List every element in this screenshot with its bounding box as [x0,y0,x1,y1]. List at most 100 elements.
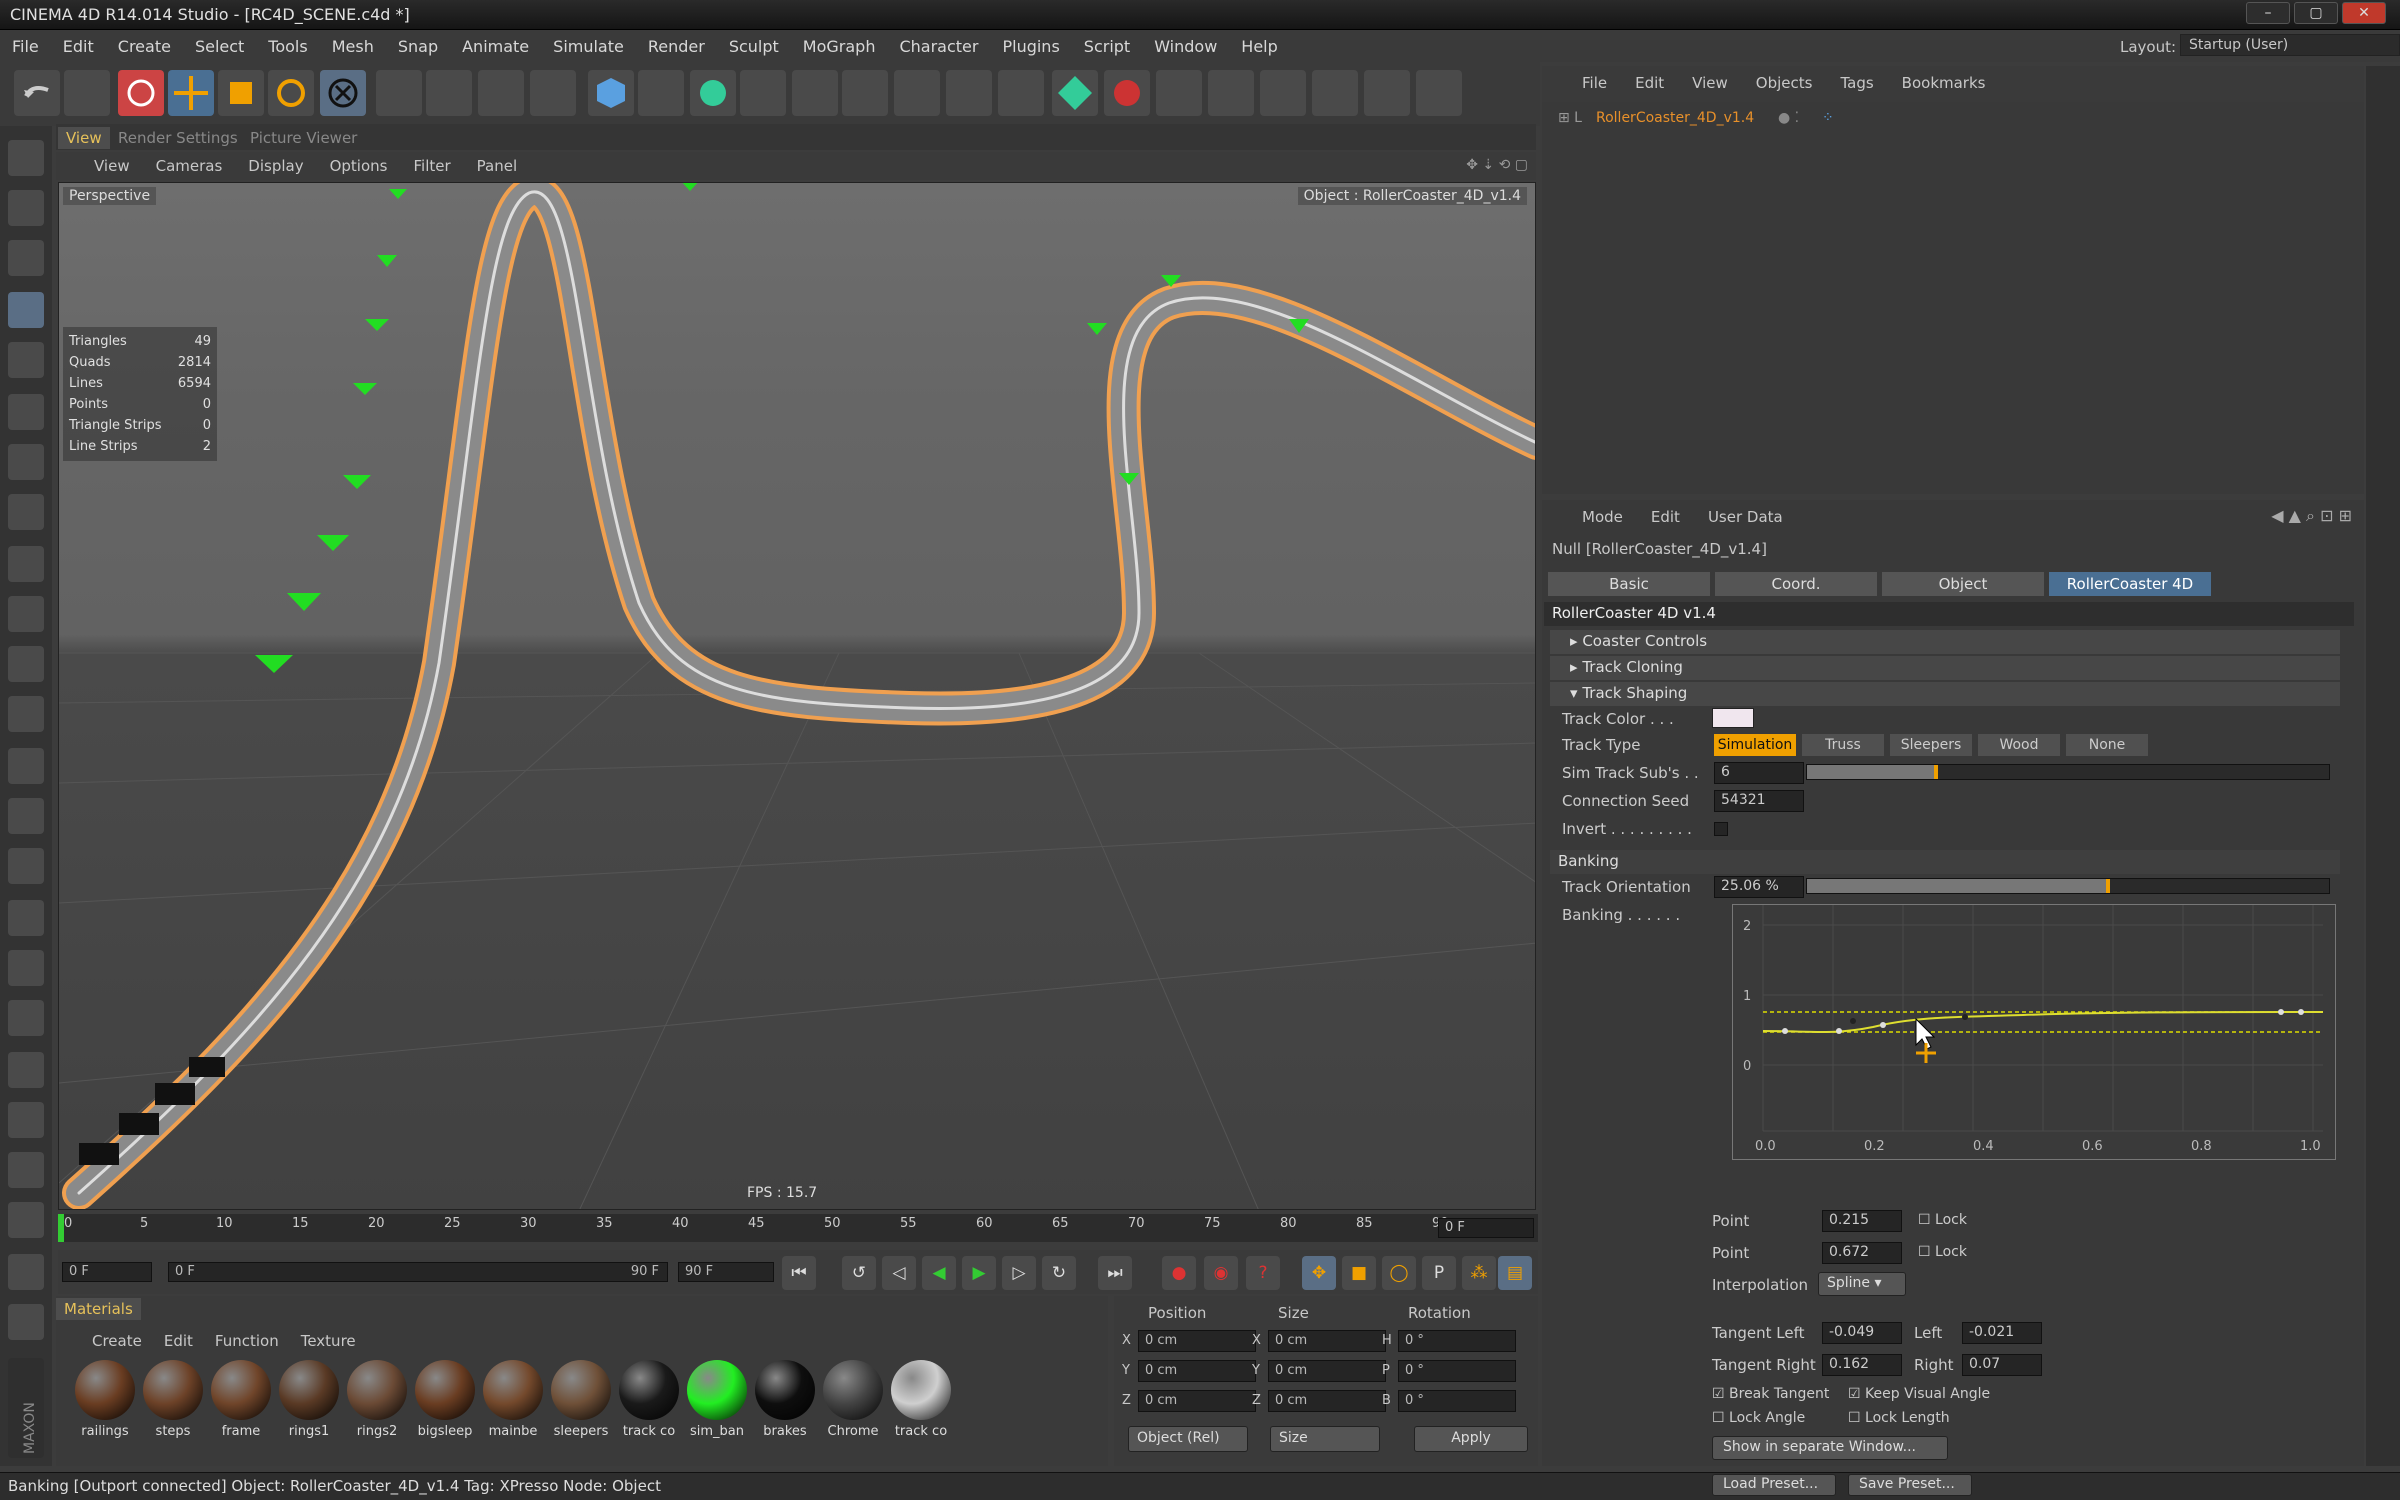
viewport[interactable]: Perspective Object : RollerCoaster_4D_v1… [58,182,1536,1210]
object-menu-item[interactable]: Bookmarks [1902,74,1986,102]
object-menu-item[interactable]: File [1582,74,1607,102]
tab-view[interactable]: View [58,127,110,149]
menu-item[interactable]: Character [899,37,978,56]
auto-key-icon[interactable]: ◉ [1204,1256,1238,1290]
camera-label[interactable]: Perspective [63,187,157,205]
object-name[interactable]: RollerCoaster_4D_v1.4 [1596,110,1754,126]
attribute-menu-item[interactable]: Mode [1582,508,1623,536]
rotate-icon[interactable] [268,70,314,116]
break-tangent-checkbox[interactable]: ☑ Break Tangent [1712,1386,1829,1402]
render-settings-icon[interactable] [530,70,576,116]
tab-picture-viewer[interactable]: Picture Viewer [242,127,365,149]
deformer-icon[interactable] [792,70,838,116]
menu-item[interactable]: Snap [398,37,438,56]
material-menu-item[interactable]: Function [215,1332,279,1350]
right-field[interactable]: 0.07 [1962,1354,2042,1376]
attribute-tab[interactable]: Basic [1548,572,1710,596]
play-icon[interactable]: ▶ [962,1256,996,1290]
menu-item[interactable]: File [12,37,39,56]
menu-item[interactable]: Help [1241,37,1277,56]
play-backwards-icon[interactable]: ◀ [922,1256,956,1290]
go-to-end-icon[interactable]: ⏭ [1098,1256,1132,1290]
viewport-menu-item[interactable]: Panel [477,157,517,175]
menu-item[interactable]: Script [1084,37,1130,56]
menu-item[interactable]: Sculpt [729,37,779,56]
start-frame-field[interactable]: 0 F [62,1262,152,1282]
coordinate-system-icon[interactable] [320,70,366,116]
model-mode-icon[interactable] [8,292,44,328]
coord-rot-field[interactable]: 0 ° [1398,1330,1516,1352]
track-type-option[interactable]: Simulation [1714,734,1796,756]
menu-item[interactable]: Animate [462,37,529,56]
object-row[interactable]: ⊞ L RollerCoaster_4D_v1.4 ● ⁚ ⁘ [1546,106,2360,132]
coord-pos-field[interactable]: 0 cm [1138,1390,1256,1412]
current-frame-field[interactable]: 0 F [1438,1218,1534,1238]
make-editable-icon[interactable] [8,140,44,176]
loop-icon[interactable]: ↻ [1042,1256,1076,1290]
layer-icon[interactable] [8,1152,44,1188]
next-frame-icon[interactable]: ▷ [1002,1256,1036,1290]
range-slider[interactable]: 0 F 90 F [168,1262,668,1282]
undo-icon[interactable] [14,70,60,116]
menu-item[interactable]: Mesh [332,37,374,56]
material-swatch[interactable]: mainbe [482,1360,544,1440]
lock1-checkbox[interactable]: ☐ Lock [1918,1212,1967,1228]
light-icon[interactable] [946,70,992,116]
track-color-swatch[interactable] [1712,708,1754,728]
key-position-icon[interactable]: ✥ [1302,1256,1336,1290]
points-mode-icon[interactable] [8,444,44,480]
array-icon[interactable] [740,70,786,116]
viewport-solo-icon[interactable] [8,1202,44,1238]
workplane-mode-icon[interactable] [8,240,44,276]
prev-key-icon[interactable]: ↺ [842,1256,876,1290]
prev-frame-icon[interactable]: ◁ [882,1256,916,1290]
coord-size-field[interactable]: 0 cm [1268,1390,1386,1412]
track-orientation-slider[interactable] [1806,878,2330,894]
object-menu-item[interactable]: Edit [1635,74,1664,102]
interpolation-dropdown[interactable]: Spline ▾ [1818,1272,1906,1296]
point2-field[interactable]: 0.672 [1822,1242,1902,1264]
material-swatch[interactable]: track co [890,1360,952,1440]
material-menu-item[interactable]: Texture [301,1332,356,1350]
keyframe-icon[interactable] [1156,70,1202,116]
section-track-cloning[interactable]: ▸ Track Cloning [1550,656,2340,680]
material-swatch[interactable]: steps [142,1360,204,1440]
load-preset-button[interactable]: Load Preset... [1712,1474,1836,1496]
go-to-start-icon[interactable]: ⏮ [782,1256,816,1290]
key-scale-icon[interactable]: ■ [1342,1256,1376,1290]
lock-workplane-icon[interactable] [8,950,44,986]
redo-icon[interactable] [64,70,110,116]
snap-toggle-icon[interactable] [8,848,44,884]
paint-icon[interactable] [8,1304,44,1340]
material-swatch[interactable]: railings [74,1360,136,1440]
coord-rot-field[interactable]: 0 ° [1398,1360,1516,1382]
emitter-icon[interactable] [998,70,1044,116]
render-region-icon[interactable] [426,70,472,116]
coord-size-field[interactable]: 0 cm [1268,1330,1386,1352]
coord-rot-field[interactable]: 0 ° [1398,1390,1516,1412]
section-track-shaping[interactable]: ▾ Track Shaping [1550,682,2340,706]
apply-button[interactable]: Apply [1414,1426,1528,1452]
record-icon[interactable] [1104,70,1150,116]
texture-axis-icon[interactable] [8,342,44,378]
menu-item[interactable]: Plugins [1002,37,1059,56]
menu-item[interactable]: Window [1154,37,1217,56]
coord-size-field[interactable]: 0 cm [1268,1360,1386,1382]
uv-mode-icon[interactable] [8,596,44,632]
lock-length-checkbox[interactable]: ☐ Lock Length [1848,1410,1950,1426]
track-type-option[interactable]: Wood [1978,734,2060,756]
lock2-checkbox[interactable]: ☐ Lock [1918,1244,1967,1260]
show-separate-window-button[interactable]: Show in separate Window... [1712,1436,1948,1460]
viewport-menu-item[interactable]: Display [248,157,303,175]
brush-icon[interactable] [8,1254,44,1290]
viewport-menu-item[interactable]: Options [330,157,388,175]
xpresso-icon[interactable] [1052,70,1098,116]
sculpt-icon[interactable] [8,646,44,682]
spline-icon[interactable] [638,70,684,116]
end-frame-field[interactable]: 90 F [678,1262,774,1282]
psr-icon[interactable] [1312,70,1358,116]
menu-item[interactable]: Simulate [553,37,624,56]
size-mode-dropdown[interactable]: Size [1270,1426,1380,1452]
record-key-icon[interactable]: ● [1162,1256,1196,1290]
grid-icon[interactable] [8,1102,44,1138]
